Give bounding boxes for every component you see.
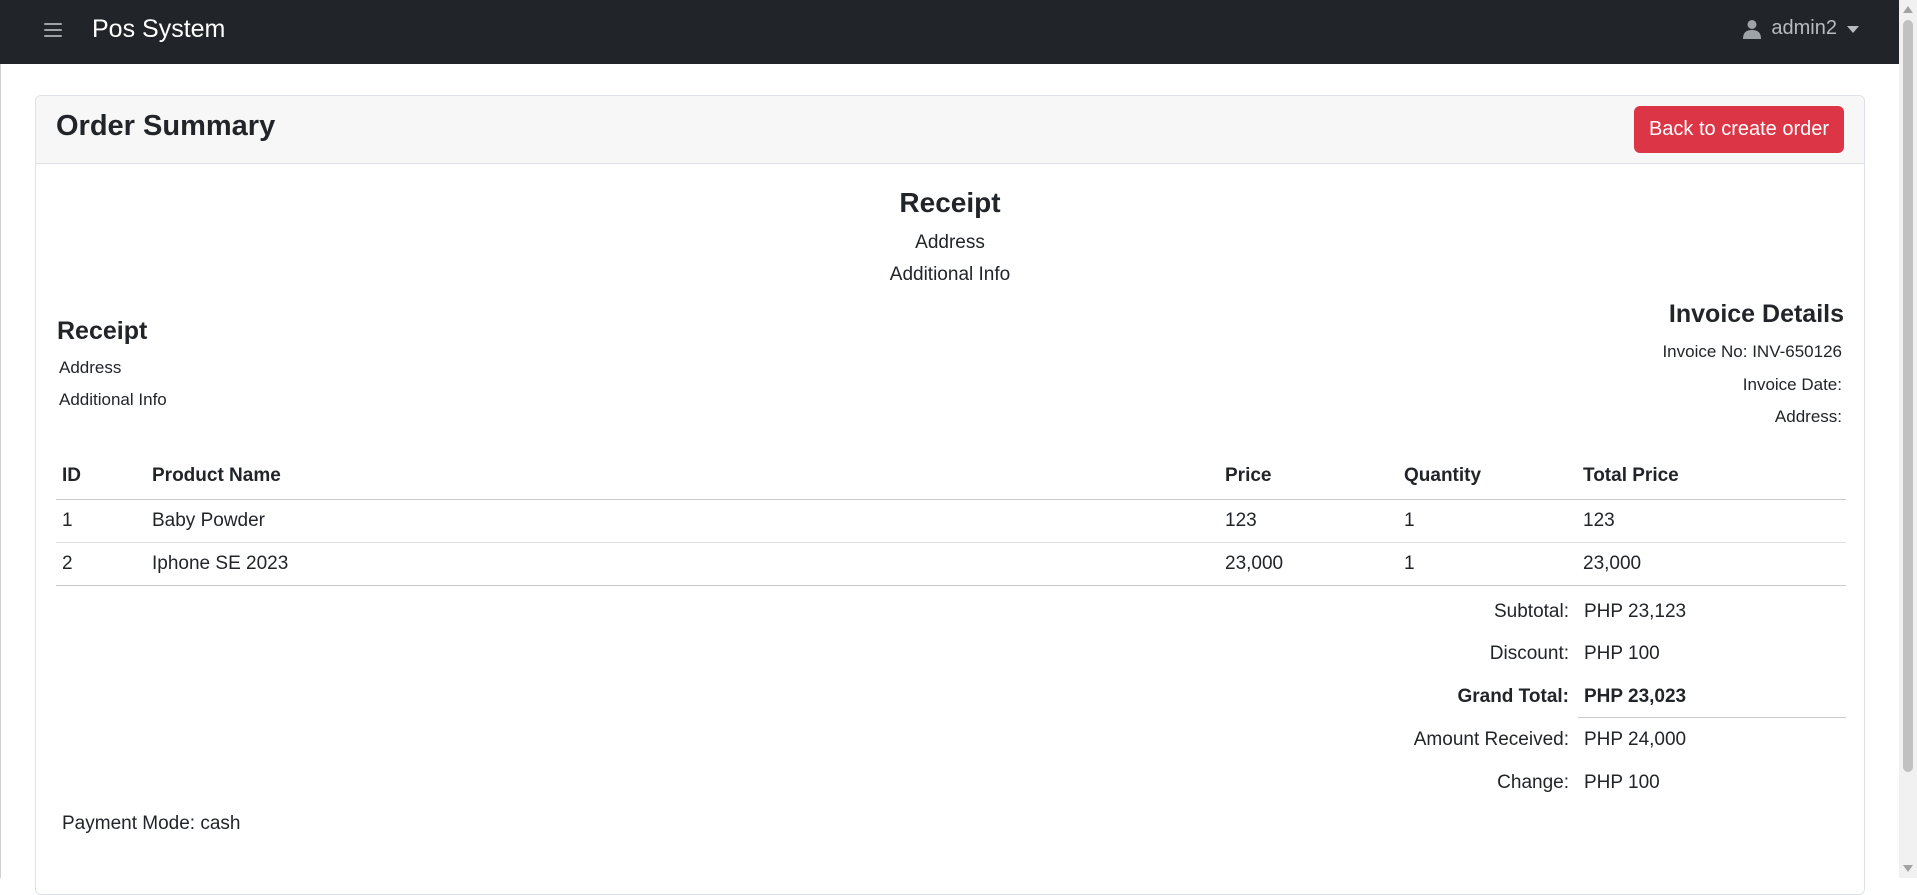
cell-quantity: 1: [1404, 552, 1415, 574]
grand-total-divider: [1578, 717, 1846, 718]
discount-label: Discount:: [1489, 643, 1569, 664]
scrollbar-thumb[interactable]: [1903, 20, 1913, 772]
vertical-scrollbar[interactable]: [1899, 0, 1917, 878]
back-to-create-order-button[interactable]: Back to create order: [1634, 106, 1844, 153]
header-total-price: Total Price: [1583, 465, 1679, 487]
table-header-row: ID Product Name Price Quantity Total Pri…: [56, 454, 1846, 499]
receipt-left-address: Address: [59, 358, 122, 377]
page-title: Order Summary: [56, 110, 276, 142]
cell-product-name: Baby Powder: [152, 509, 266, 531]
order-summary-card: Order Summary Back to create order Recei…: [35, 95, 1865, 895]
invoice-details-title: Invoice Details: [1668, 300, 1844, 328]
cell-price: 123: [1225, 509, 1257, 531]
invoice-address: Address:: [1774, 407, 1842, 426]
card-header: Order Summary Back to create order: [36, 96, 1864, 164]
header-product-name: Product Name: [152, 465, 281, 487]
cell-id: 2: [62, 552, 73, 574]
cell-total-price: 23,000: [1583, 552, 1642, 574]
scroll-up-arrow-icon[interactable]: [1903, 6, 1913, 13]
scroll-down-arrow-icon[interactable]: [1903, 865, 1913, 872]
payment-mode: Payment Mode: cash: [62, 813, 241, 834]
subtotal-label: Subtotal:: [1494, 601, 1569, 622]
table-row: 2 Iphone SE 2023 23,000 1 23,000: [56, 542, 1846, 585]
discount-value: PHP 100: [1584, 643, 1660, 664]
amount-received-label: Amount Received:: [1413, 729, 1569, 750]
top-navbar: Pos System admin2: [0, 0, 1899, 64]
receipt-center-info: Additional Info: [889, 264, 1011, 285]
user-name: admin2: [1771, 17, 1837, 39]
caret-down-icon: [1847, 26, 1859, 33]
table-row: 1 Baby Powder 123 1 123: [56, 499, 1846, 542]
brand-title[interactable]: Pos System: [92, 15, 225, 44]
cell-total-price: 123: [1583, 509, 1615, 531]
receipt-left-info: Additional Info: [59, 390, 167, 409]
page-left-edge: [0, 64, 6, 878]
user-dropdown[interactable]: admin2: [1743, 17, 1859, 40]
change-label: Change:: [1497, 772, 1569, 793]
user-icon: [1743, 19, 1762, 39]
receipt-left-title: Receipt: [57, 317, 148, 345]
change-value: PHP 100: [1584, 772, 1660, 793]
grand-total-value: PHP 23,023: [1584, 686, 1687, 707]
grand-total-label: Grand Total:: [1457, 686, 1569, 707]
header-price: Price: [1225, 465, 1272, 487]
cell-product-name: Iphone SE 2023: [152, 552, 289, 574]
header-id: ID: [62, 465, 81, 487]
cell-price: 23,000: [1225, 552, 1284, 574]
invoice-number: Invoice No: INV-650126: [1662, 342, 1842, 361]
receipt-center-address: Address: [915, 232, 985, 253]
subtotal-value: PHP 23,123: [1584, 601, 1687, 622]
receipt-center-title: Receipt: [899, 187, 1001, 218]
invoice-date: Invoice Date:: [1742, 375, 1842, 394]
order-items-table: ID Product Name Price Quantity Total Pri…: [56, 454, 1846, 586]
cell-id: 1: [62, 509, 73, 531]
hamburger-menu-icon[interactable]: [44, 20, 62, 40]
header-quantity: Quantity: [1404, 465, 1482, 487]
cell-quantity: 1: [1404, 509, 1415, 531]
amount-received-value: PHP 24,000: [1584, 729, 1687, 750]
